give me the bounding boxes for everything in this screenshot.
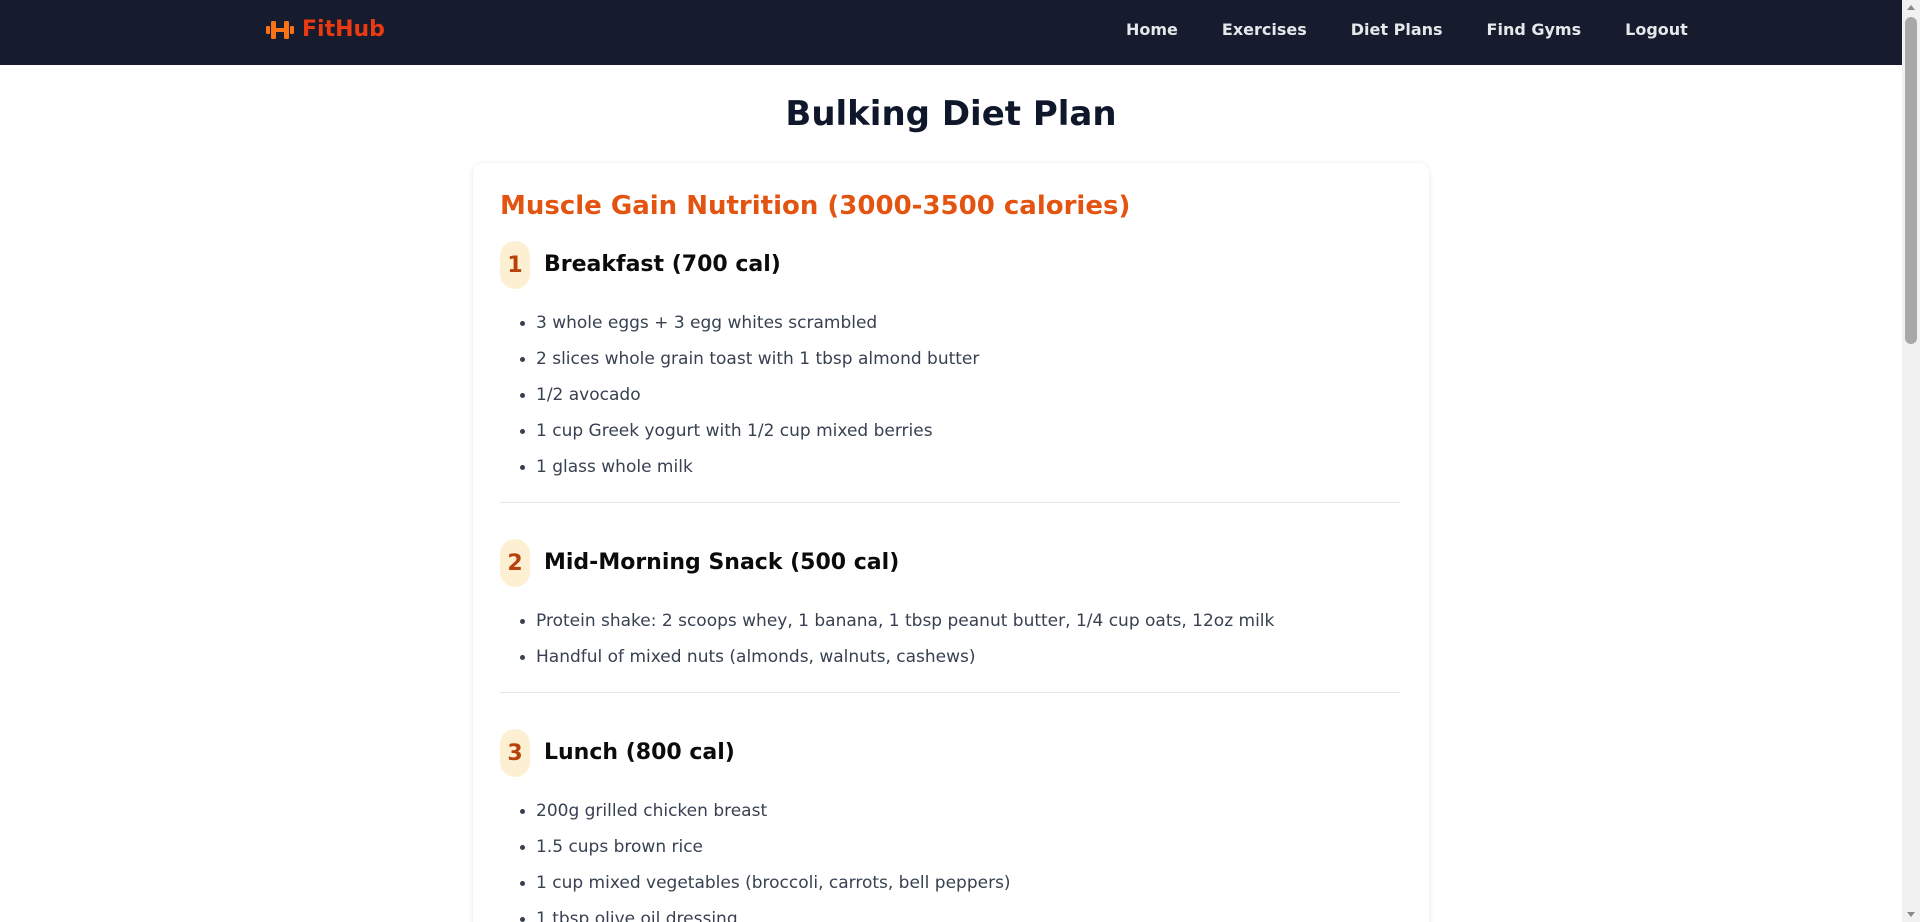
nav-links: Home Exercises Diet Plans Find Gyms Logo… xyxy=(1126,20,1688,40)
meal-item: 2 slices whole grain toast with 1 tbsp a… xyxy=(500,341,1400,377)
meal-header: 2 Mid-Morning Snack (500 cal) xyxy=(500,539,1400,587)
meal-divider xyxy=(500,692,1400,693)
dumbbell-icon xyxy=(266,21,294,39)
meal-divider xyxy=(500,502,1400,503)
meal-item: 3 whole eggs + 3 egg whites scrambled xyxy=(500,305,1400,341)
nav-link-find-gyms[interactable]: Find Gyms xyxy=(1487,20,1582,40)
meal-section-lunch: 3 Lunch (800 cal) 200g grilled chicken b… xyxy=(500,729,1400,922)
nav-link-home[interactable]: Home xyxy=(1126,20,1178,40)
meal-item: 200g grilled chicken breast xyxy=(500,793,1400,829)
meal-title: Mid-Morning Snack (500 cal) xyxy=(544,550,900,575)
brand-logo-link[interactable]: FitHub xyxy=(266,16,385,44)
meal-title: Lunch (800 cal) xyxy=(544,740,735,765)
meal-item: 1.5 cups brown rice xyxy=(500,829,1400,865)
meal-item-list: 3 whole eggs + 3 egg whites scrambled 2 … xyxy=(500,305,1400,485)
meal-item: 1 cup Greek yogurt with 1/2 cup mixed be… xyxy=(500,413,1400,449)
meal-number-badge: 3 xyxy=(500,729,530,777)
scroll-down-arrow-icon[interactable] xyxy=(1907,912,1915,917)
brand-name: FitHub xyxy=(302,17,385,42)
diet-plan-card: Muscle Gain Nutrition (3000-3500 calorie… xyxy=(473,163,1429,922)
top-navbar: FitHub Home Exercises Diet Plans Find Gy… xyxy=(0,0,1902,65)
meal-title: Breakfast (700 cal) xyxy=(544,252,781,277)
meal-section-mid-morning-snack: 2 Mid-Morning Snack (500 cal) Protein sh… xyxy=(500,539,1400,675)
vertical-scrollbar[interactable] xyxy=(1902,0,1920,922)
meal-header: 1 Breakfast (700 cal) xyxy=(500,241,1400,289)
meal-item: 1 tbsp olive oil dressing xyxy=(500,901,1400,922)
meal-item: Handful of mixed nuts (almonds, walnuts,… xyxy=(500,639,1400,675)
meal-number-badge: 1 xyxy=(500,241,530,289)
meal-item-list: Protein shake: 2 scoops whey, 1 banana, … xyxy=(500,603,1400,675)
plan-heading: Muscle Gain Nutrition (3000-3500 calorie… xyxy=(500,191,1131,221)
nav-link-diet-plans[interactable]: Diet Plans xyxy=(1351,20,1443,40)
meal-header: 3 Lunch (800 cal) xyxy=(500,729,1400,777)
page-title: Bulking Diet Plan xyxy=(785,94,1117,134)
nav-link-exercises[interactable]: Exercises xyxy=(1222,20,1307,40)
nav-link-logout[interactable]: Logout xyxy=(1625,20,1688,40)
meal-number-badge: 2 xyxy=(500,539,530,587)
meal-item: Protein shake: 2 scoops whey, 1 banana, … xyxy=(500,603,1400,639)
scrollbar-thumb[interactable] xyxy=(1905,17,1917,344)
meal-item: 1/2 avocado xyxy=(500,377,1400,413)
scroll-up-arrow-icon[interactable] xyxy=(1907,5,1915,10)
meal-item-list: 200g grilled chicken breast 1.5 cups bro… xyxy=(500,793,1400,922)
meal-section-breakfast: 1 Breakfast (700 cal) 3 whole eggs + 3 e… xyxy=(500,241,1400,485)
meal-item: 1 glass whole milk xyxy=(500,449,1400,485)
meal-item: 1 cup mixed vegetables (broccoli, carrot… xyxy=(500,865,1400,901)
